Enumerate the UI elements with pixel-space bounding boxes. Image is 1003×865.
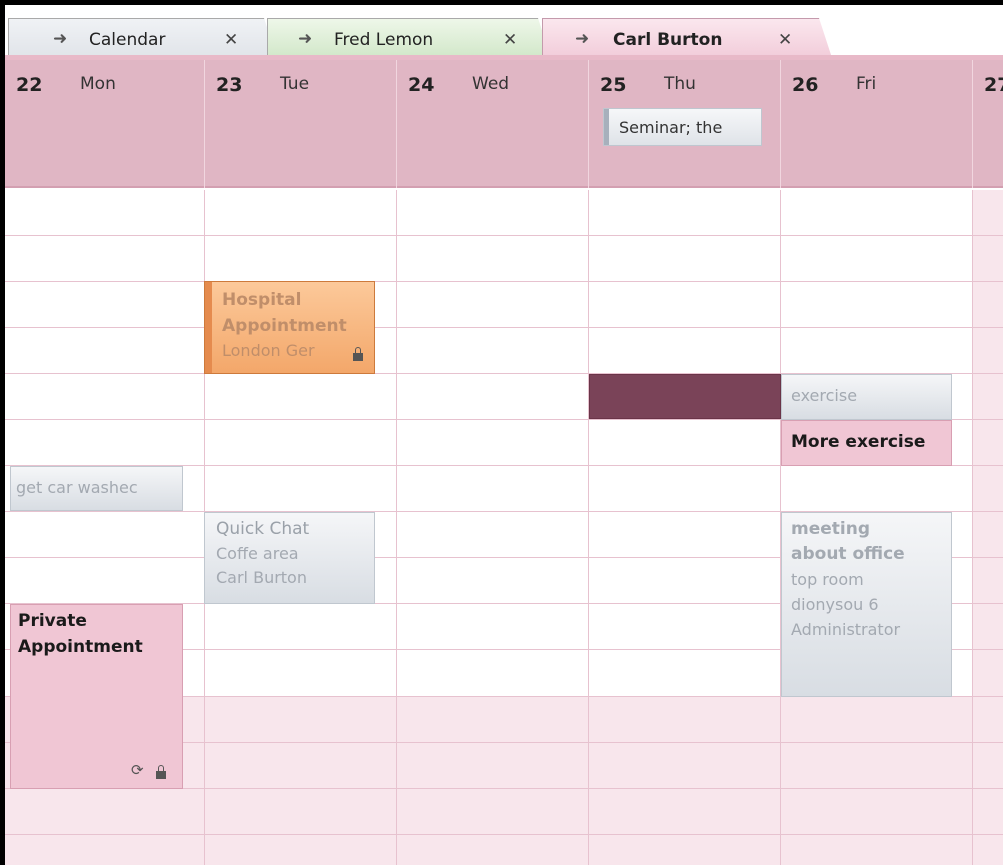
calendar-tabstrip: ➜ Calendar ✕ ➜ Fred Lemon ✕ ➜ Carl Burto… (5, 5, 1003, 60)
tab-label: Calendar (89, 30, 166, 50)
slot-line (5, 281, 1003, 282)
event-quick-chat[interactable]: Quick Chat Coffe area Carl Burton (204, 512, 375, 604)
event-location: dionysou 6 (791, 595, 879, 614)
event-title: get car washec (16, 478, 138, 497)
event-busy-block[interactable] (589, 374, 781, 419)
tab-arrow-icon[interactable]: ➜ (298, 29, 312, 49)
tab-arrow-icon[interactable]: ➜ (53, 29, 67, 49)
day-header-wed[interactable]: 24 Wed (397, 60, 588, 188)
tab-arrow-icon[interactable]: ➜ (575, 29, 589, 49)
event-exercise[interactable]: exercise (781, 374, 952, 420)
event-private-appointment[interactable]: Private Appointment ⟳ (10, 604, 183, 789)
event-organizer: Administrator (791, 620, 901, 639)
column-divider (396, 190, 397, 865)
event-location: top room (791, 570, 864, 589)
close-icon[interactable]: ✕ (778, 30, 792, 50)
day-header-fri[interactable]: 26 Fri (781, 60, 972, 188)
day-name: Wed (472, 74, 510, 94)
event-hospital-appointment[interactable]: Hospital Appointment London Ger (204, 281, 375, 374)
tab-label: Carl Burton (613, 30, 723, 50)
event-location: Coffe area (216, 544, 299, 563)
slot-line (5, 235, 1003, 236)
event-title: Appointment (18, 637, 143, 657)
event-title: about office (791, 544, 905, 564)
event-title: meeting (791, 519, 870, 539)
event-meeting-about-office[interactable]: meeting about office top room dionysou 6… (781, 512, 952, 697)
column-divider (972, 190, 973, 865)
all-day-event-seminar[interactable]: Seminar; the (603, 108, 762, 146)
event-color-bar (604, 109, 609, 145)
event-title: Appointment (222, 316, 347, 336)
day-name: Tue (280, 74, 310, 94)
day-header: 22 Mon 23 Tue 24 Wed 25 Thu 26 Fri 27 (5, 60, 1003, 188)
slot-line (5, 834, 1003, 835)
day-number: 23 (216, 74, 243, 96)
day-number: 25 (600, 74, 627, 96)
day-name: Mon (80, 74, 116, 94)
weekend-column (973, 190, 1003, 865)
close-icon[interactable]: ✕ (503, 30, 517, 50)
event-title: More exercise (791, 432, 926, 452)
column-divider (588, 190, 589, 865)
event-title: Quick Chat (216, 519, 310, 539)
day-name: Fri (856, 74, 877, 94)
day-header-sat[interactable]: 27 (973, 60, 1003, 188)
event-get-car-washed[interactable]: get car washec (10, 466, 183, 511)
lock-icon (353, 347, 363, 361)
day-number: 24 (408, 74, 435, 96)
day-header-mon[interactable]: 22 Mon (5, 60, 204, 188)
lock-icon (156, 765, 166, 779)
event-title: exercise (791, 386, 858, 405)
event-organizer: Carl Burton (216, 568, 307, 587)
slot-line (5, 327, 1003, 328)
event-title: Seminar; the (619, 118, 723, 137)
close-icon[interactable]: ✕ (224, 30, 238, 50)
event-color-bar (205, 282, 212, 373)
day-number: 27 (984, 74, 1003, 96)
tab-label: Fred Lemon (334, 30, 434, 50)
event-title: Private (18, 611, 87, 631)
time-grid[interactable]: Hospital Appointment London Ger get car … (5, 190, 1003, 865)
event-location: London Ger (222, 341, 315, 360)
day-number: 26 (792, 74, 819, 96)
day-name: Thu (664, 74, 696, 94)
recurrence-icon: ⟳ (131, 761, 144, 779)
event-more-exercise[interactable]: More exercise (781, 420, 952, 466)
day-number: 22 (16, 74, 43, 96)
day-header-tue[interactable]: 23 Tue (205, 60, 396, 188)
event-title: Hospital (222, 290, 302, 310)
